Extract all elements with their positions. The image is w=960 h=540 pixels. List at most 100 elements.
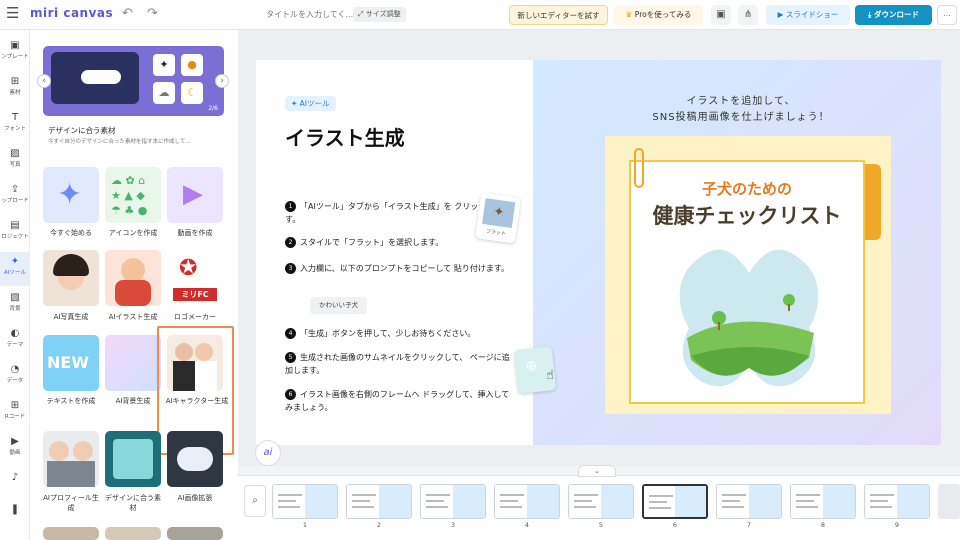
- ai-tool-chip: ✦ AIツール: [285, 96, 336, 111]
- nav-photos[interactable]: ▨ 写真: [0, 144, 30, 178]
- redo-icon[interactable]: ↷: [147, 6, 158, 21]
- tile-label: テキストを作成: [46, 397, 96, 405]
- template-icon: ▣: [10, 40, 20, 51]
- tile-partial[interactable]: [43, 527, 99, 540]
- nav-upload[interactable]: ⇪ ップロード: [0, 180, 30, 214]
- nav-qr[interactable]: ⊞ Rコード: [0, 396, 30, 430]
- tile-logo-maker[interactable]: ✪ ミリFC: [167, 250, 223, 306]
- tile-partial[interactable]: [105, 527, 161, 540]
- step-6: 6 イラスト画像を右側のフレームへ ドラッグして、挿入してみましょう。: [285, 388, 515, 414]
- share-icon[interactable]: ⋔: [738, 5, 758, 25]
- nav-ai-tools[interactable]: ✦ AIツール: [0, 252, 30, 286]
- more-button[interactable]: ⋯: [937, 5, 957, 25]
- page-thumbnail[interactable]: [346, 484, 412, 519]
- page-thumbnail[interactable]: [642, 484, 708, 519]
- step-number: 6: [285, 389, 296, 400]
- nav-video[interactable]: ▶ 動画: [0, 432, 30, 466]
- page-thumbnail[interactable]: [790, 484, 856, 519]
- page-thumbnail[interactable]: [272, 484, 338, 519]
- page-thumbnail[interactable]: [568, 484, 634, 519]
- title-input[interactable]: タイトルを入力してく...: [266, 9, 353, 20]
- hair-shape: [53, 254, 89, 276]
- new-editor-button[interactable]: 新しいエディターを試す: [509, 5, 608, 25]
- tile-partial[interactable]: [167, 527, 223, 540]
- play-icon: ▶: [777, 10, 784, 19]
- tile-ai-photo[interactable]: [43, 250, 99, 306]
- tile-ai-illustration[interactable]: [105, 250, 161, 306]
- nav-elements[interactable]: ⊞ 素材: [0, 72, 30, 106]
- step-text: 生成された画像のサムネイルをクリックして、 ページに追加します。: [285, 353, 510, 375]
- page-number: 2: [376, 521, 382, 529]
- nav-background[interactable]: ▧ 背景: [0, 288, 30, 322]
- thumb-line: [796, 506, 818, 508]
- tile-icon-maker[interactable]: ☁ ✿ ⌂ ★ ▲ ◆ ☂ ♣ ●: [105, 167, 161, 223]
- page-thumbnail[interactable]: [420, 484, 486, 519]
- nav-projects[interactable]: ▤ ロジェクト: [0, 216, 30, 250]
- nav-music[interactable]: ♪: [0, 468, 30, 502]
- tile-matching-elements[interactable]: [105, 431, 161, 487]
- search-icon[interactable]: ⌕: [244, 485, 266, 517]
- icon-grid-icon: ☁ ✿ ⌂ ★ ▲ ◆ ☂ ♣ ●: [111, 174, 148, 217]
- top-bar: ☰ miri canvas ↶ ↷ タイトルを入力してく... ⤢ サイズ調整 …: [0, 0, 960, 30]
- page-number: 4: [524, 521, 530, 529]
- page-thumbnail[interactable]: [494, 484, 560, 519]
- tile-label: ロゴメーカー: [174, 313, 216, 321]
- tile-ai-background[interactable]: [105, 335, 161, 391]
- feature-banner[interactable]: ✦ ● ☁ ☾ 2/6: [43, 46, 224, 116]
- profile-image: [49, 441, 69, 461]
- pro-button[interactable]: ♛ Proを使ってみる: [614, 5, 703, 25]
- sparkle-icon: ✦: [153, 54, 175, 76]
- thumb-right: [527, 485, 559, 518]
- page-thumbnail[interactable]: [864, 484, 930, 519]
- planet-icon: ●: [181, 54, 203, 76]
- video-icon: ▶: [11, 436, 19, 447]
- collapse-strip-button[interactable]: ⌄: [578, 465, 616, 477]
- download-button[interactable]: ⤓ ダウンロード: [855, 5, 932, 25]
- qr-icon: ⊞: [10, 400, 20, 411]
- nav-label: 背景: [9, 306, 21, 312]
- caption-line-2: SNS投稿用画像を仕上げましょう！: [652, 112, 830, 123]
- page-thumbnail[interactable]: [716, 484, 782, 519]
- add-page-placeholder[interactable]: [938, 484, 960, 519]
- save-icon[interactable]: ▣: [711, 5, 731, 25]
- slide-heading: イラスト生成: [285, 126, 405, 150]
- nav-data[interactable]: ◔ データ: [0, 360, 30, 394]
- palette-icon: ◐: [10, 328, 20, 339]
- thumb-right: [823, 485, 855, 518]
- ai-assistant-button[interactable]: ai: [255, 440, 281, 466]
- nav-templates[interactable]: ▣ ンプレート: [0, 36, 30, 70]
- banner-prev-button[interactable]: ‹: [37, 74, 51, 88]
- thumb-right: [675, 486, 706, 517]
- nav-label: 写真: [9, 162, 21, 168]
- step-number: 3: [285, 263, 296, 274]
- tile-ai-profile[interactable]: [43, 431, 99, 487]
- thumb-line: [574, 506, 596, 508]
- nav-theme[interactable]: ◐ テーマ: [0, 324, 30, 358]
- page-number: 1: [302, 521, 308, 529]
- tile-ai-expand[interactable]: [167, 431, 223, 487]
- page-number: 9: [894, 521, 900, 529]
- nav-book[interactable]: ❚: [0, 500, 30, 534]
- photo-icon: ▨: [10, 148, 20, 159]
- tile-video-maker[interactable]: ▶: [167, 167, 223, 223]
- nav-label: テーマ: [6, 342, 24, 348]
- step-4: 4 「生成」ボタンを押して、少しお待ちください。: [285, 327, 515, 340]
- undo-icon[interactable]: ↶: [122, 6, 133, 21]
- design-page[interactable]: ✦ AIツール イラスト生成 1 「AIツール」タブから「イラスト生成」を クリッ…: [256, 60, 941, 445]
- slideshow-label: スライドショー: [785, 10, 839, 19]
- play-icon: ▶: [183, 179, 203, 209]
- nav-fonts[interactable]: T フォント: [0, 108, 30, 142]
- tile-get-started[interactable]: ✦: [43, 167, 99, 223]
- banner-next-button[interactable]: ›: [215, 74, 229, 88]
- tile-text-maker[interactable]: NEW: [43, 335, 99, 391]
- tile-label: AI画像拡張: [177, 494, 213, 502]
- elements-preview: [113, 439, 153, 479]
- menu-icon[interactable]: ☰: [6, 4, 19, 22]
- app-logo[interactable]: miri canvas: [30, 6, 113, 20]
- resize-button[interactable]: ⤢ サイズ調整: [353, 7, 406, 22]
- step-text: 「生成」ボタンを押して、少しお待ちください。: [300, 329, 476, 338]
- resize-label: サイズ調整: [365, 10, 401, 18]
- thumb-line: [870, 506, 892, 508]
- profile-image: [73, 441, 93, 461]
- slideshow-button[interactable]: ▶ スライドショー: [766, 5, 850, 25]
